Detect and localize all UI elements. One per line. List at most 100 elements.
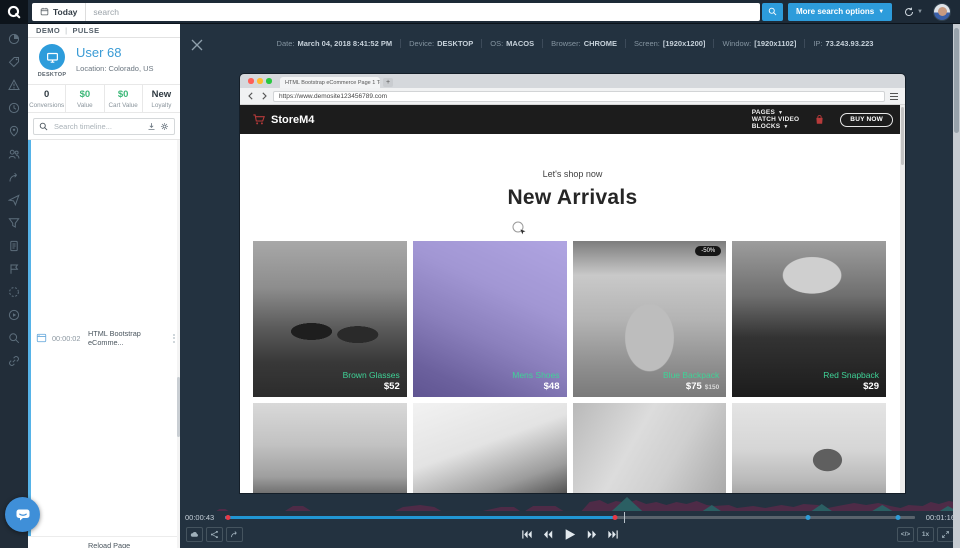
product-card[interactable] [412, 403, 567, 493]
event-marker[interactable] [805, 514, 811, 520]
more-search-options-button[interactable]: More search options ▼ [788, 2, 893, 21]
rail-item-pie-chart[interactable] [8, 33, 20, 45]
fullscreen-button[interactable] [937, 527, 954, 542]
download-icon[interactable] [147, 122, 156, 131]
rail-item-document[interactable] [8, 240, 20, 252]
browser-addressbar: https://www.demosite123456789.com [240, 88, 905, 105]
site-nav-label: BLOCKS [751, 123, 781, 130]
new-tab-button[interactable]: + [383, 78, 393, 87]
cloud-icon [190, 530, 199, 539]
rail-item-recordings[interactable] [8, 309, 20, 321]
rail-item-visitors[interactable] [8, 148, 20, 160]
user-stats: 0 Conversions $0 Value $0 Cart Value New Loyalt… [28, 84, 180, 113]
page-icon [36, 144, 47, 532]
document-icon [8, 240, 20, 252]
fast-forward-button[interactable] [587, 529, 598, 540]
play-button[interactable] [564, 528, 577, 541]
search-button[interactable] [762, 2, 783, 21]
hero-heading[interactable]: New Arrivals [240, 186, 905, 210]
product-card[interactable]: -50% Blue Backpack $75 $150 [572, 241, 727, 397]
back-icon[interactable] [247, 92, 255, 100]
rail-item-flag[interactable] [8, 263, 20, 275]
playhead-handle[interactable] [623, 511, 626, 523]
close-window-icon[interactable] [248, 78, 254, 84]
site-nav-blocks[interactable]: BLOCKS ▼ [752, 123, 800, 130]
skip-to-end-button[interactable] [608, 529, 619, 540]
rail-item-history[interactable] [8, 102, 20, 114]
product-card[interactable]: Mens Shoes $48 [412, 241, 567, 397]
map-pin-icon [8, 125, 20, 137]
user-avatar[interactable] [933, 2, 951, 21]
settings-icon [8, 286, 20, 298]
rail-item-share[interactable] [8, 171, 20, 183]
timeline-scrollbar[interactable] [177, 140, 180, 548]
rail-item-map-pin[interactable] [8, 125, 20, 137]
close-session-button[interactable] [190, 38, 204, 52]
minimize-window-icon[interactable] [257, 78, 263, 84]
global-search-input[interactable] [86, 6, 760, 17]
product-card[interactable] [732, 403, 886, 493]
meta-label: Screen: [634, 39, 660, 48]
app-logo[interactable] [0, 0, 28, 24]
rail-item-search[interactable] [8, 332, 20, 344]
rail-item-warning[interactable] [8, 79, 20, 91]
product-card[interactable]: Brown Glasses $52 [253, 241, 407, 397]
event-marker[interactable] [895, 514, 901, 520]
forward-session-button[interactable] [226, 527, 243, 542]
progress-fill [225, 515, 615, 519]
forward-icon[interactable] [260, 92, 268, 100]
url-field[interactable]: https://www.demosite123456789.com [273, 90, 885, 102]
event-time: 00:00:02 [52, 333, 81, 343]
chevron-down-icon: ▼ [917, 8, 923, 15]
search-icon [8, 332, 20, 344]
maximize-window-icon[interactable] [266, 78, 272, 84]
timeline-event[interactable]: 00:00:02Reload Page "https://mobirise.co… [28, 537, 180, 548]
meta-value: CHROME [583, 39, 618, 48]
user-name-link[interactable]: User 68 [76, 45, 172, 60]
rail-item-filter[interactable] [8, 217, 20, 229]
product-card[interactable] [572, 403, 727, 493]
product-name: Red Snapback [823, 370, 879, 380]
site-nav-watch-video[interactable]: WATCH VIDEO [752, 116, 800, 123]
event-marker-start[interactable] [225, 514, 231, 520]
browser-tab[interactable]: HTML Bootstrap eCommerce Page 1 Te... [280, 77, 380, 88]
timeline-track[interactable] [225, 511, 915, 523]
timeline-event[interactable]: 00:00:02 HTML Bootstrap eComme... [28, 140, 180, 537]
scrubber-row: 00:00:43 00:01:16 [185, 511, 955, 523]
date-range-button[interactable]: Today [32, 2, 87, 21]
gear-icon[interactable] [160, 122, 169, 131]
rail-item-settings[interactable] [8, 286, 20, 298]
playback-speed-button[interactable]: 1x [917, 527, 934, 542]
breadcrumb: DEMO | PULSE [28, 24, 180, 38]
refresh-button[interactable]: ▼ [904, 7, 923, 17]
chat-widget-button[interactable] [5, 497, 40, 532]
download-session-button[interactable] [186, 527, 203, 542]
session-metadata: Date: March 04, 2018 8:41:52 PM Device: DES… [210, 39, 940, 48]
timeline-search-input[interactable] [52, 121, 143, 132]
view-code-button[interactable]: </> [897, 527, 914, 542]
buy-now-button[interactable]: BUY NOW [840, 112, 893, 127]
event-marker-current[interactable] [612, 514, 618, 520]
cart-bag-icon[interactable] [814, 114, 825, 125]
rewind-button[interactable] [543, 529, 554, 540]
product-card[interactable]: Red Snapback $29 [732, 241, 886, 397]
rail-item-send[interactable] [8, 194, 20, 206]
breadcrumb-item-demo[interactable]: DEMO [36, 26, 60, 35]
skip-to-start-button[interactable] [522, 529, 533, 540]
site-brand[interactable]: StoreM4 [252, 113, 314, 126]
window-scrollbar[interactable] [953, 24, 960, 548]
page-scrollbar[interactable] [900, 105, 905, 493]
site-navbar: StoreM4 PAGES ▼ WATCH VIDEO BLOCKS ▼ BUY NOW [240, 105, 905, 134]
rail-item-integrations[interactable] [8, 355, 20, 367]
product-card[interactable] [253, 403, 407, 493]
rail-item-tags[interactable] [8, 56, 20, 68]
product-name: Mens Shoes [512, 370, 560, 380]
history-icon [8, 102, 20, 114]
browser-menu-icon[interactable] [890, 92, 898, 100]
icon-rail [0, 24, 28, 548]
breadcrumb-item-pulse[interactable]: PULSE [72, 26, 99, 35]
site-nav-pages[interactable]: PAGES ▼ [752, 109, 800, 116]
share-session-button[interactable] [206, 527, 223, 542]
player-controls: </> 1x [186, 527, 954, 543]
session-replay-app: Today More search options ▼ ▼ [0, 0, 960, 548]
